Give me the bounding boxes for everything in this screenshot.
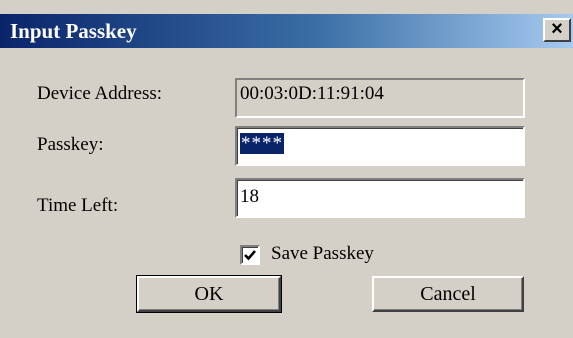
save-passkey-label: Save Passkey bbox=[271, 243, 374, 264]
cancel-button-label: Cancel bbox=[420, 283, 476, 305]
passkey-label: Passkey: bbox=[37, 134, 104, 155]
device-address-value: 00:03:0D:11:91:04 bbox=[240, 83, 384, 104]
passkey-value: **** bbox=[240, 133, 284, 154]
checkmark-icon bbox=[244, 250, 256, 261]
cancel-button[interactable]: Cancel bbox=[372, 276, 524, 312]
title-bar: Input Passkey × bbox=[0, 14, 573, 48]
close-icon: × bbox=[551, 18, 563, 40]
time-left-label: Time Left: bbox=[37, 195, 119, 216]
close-button[interactable]: × bbox=[543, 18, 571, 42]
time-left-value: 18 bbox=[240, 186, 259, 207]
ok-button-label: OK bbox=[194, 283, 224, 305]
window-title: Input Passkey bbox=[10, 19, 137, 43]
save-passkey-checkbox[interactable] bbox=[240, 245, 260, 265]
input-passkey-dialog: Input Passkey × Device Address: 00:03:0D… bbox=[0, 0, 573, 338]
ok-button[interactable]: OK bbox=[136, 275, 282, 313]
device-address-field: 00:03:0D:11:91:04 bbox=[235, 78, 525, 118]
passkey-input[interactable]: **** bbox=[235, 126, 525, 166]
device-address-label: Device Address: bbox=[37, 83, 163, 104]
time-left-input[interactable]: 18 bbox=[235, 178, 525, 218]
